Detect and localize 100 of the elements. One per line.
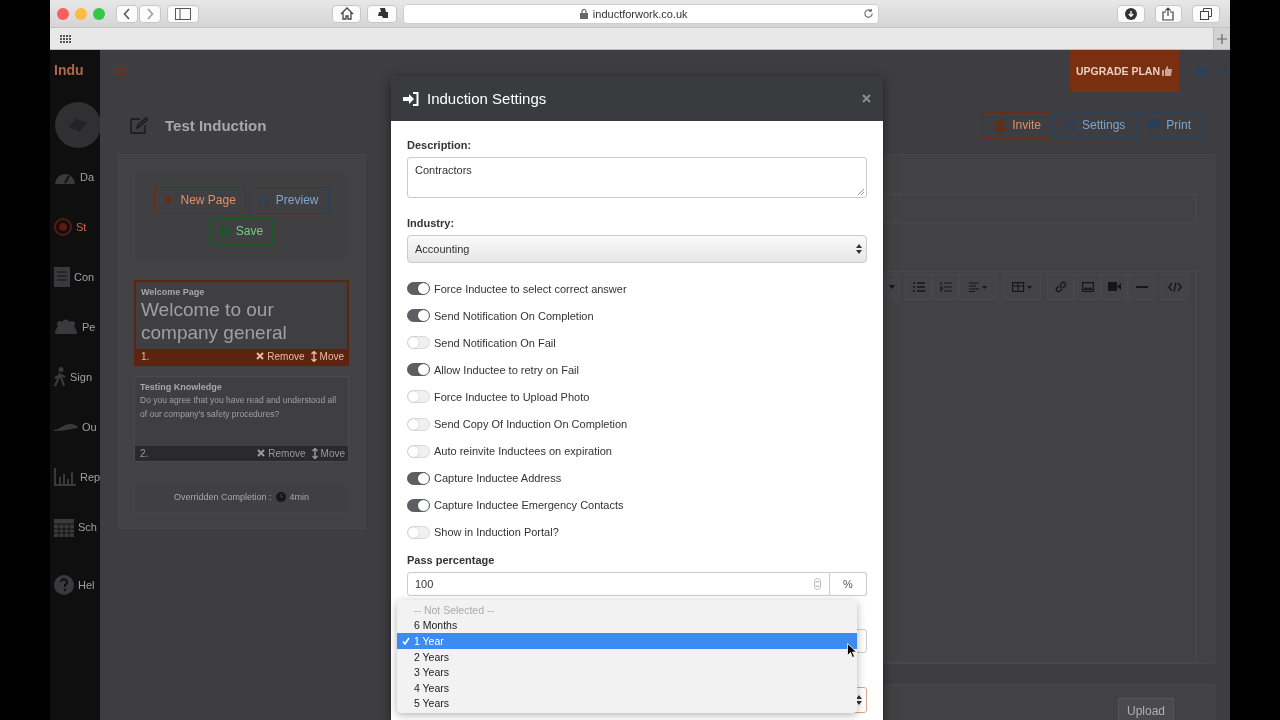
edit-icon [130,116,148,134]
caret-icon[interactable] [1219,68,1226,74]
close-icon[interactable] [862,94,871,103]
menu-icon[interactable] [115,66,126,76]
sidebar-item[interactable]: Sch [50,502,100,552]
page-card-text: Do you agree that you have read and understood all of our company's safety procedures? [140,393,338,421]
toggle-label: Allow Inductee to retry on Fail [434,363,579,376]
toggle-switch[interactable] [407,498,430,512]
sidebar-button[interactable] [167,4,200,23]
toggle-label: Send Copy Of Induction On Completion [434,418,628,430]
page-card-title: Testing Knowledge [140,381,223,392]
page-title: Test Induction [165,116,267,134]
zoom-window-button[interactable] [93,7,105,20]
forward-button[interactable] [139,4,162,23]
completion-label: Overridden Completion : [173,492,272,503]
home-button[interactable] [331,4,362,23]
page-card-title: Welcome Page [141,286,206,297]
table-dropdown-button[interactable] [1003,273,1041,300]
document-icon [54,267,70,287]
upgrade-plan-button[interactable]: UPGRADE PLAN [1070,50,1179,92]
move-handle[interactable]: Move [310,350,344,362]
industry-select[interactable]: Accounting [407,235,867,263]
toggle-label: Send Notification On Fail [434,336,556,349]
new-page-button[interactable]: New Page [154,187,246,214]
tabs-button[interactable] [1192,4,1220,23]
dropdown-option[interactable]: 6 Months [397,617,857,634]
address-bar[interactable]: inductforwork.co.uk [403,3,880,24]
page-card[interactable]: Welcome Page Welcome to our company general 1. Remove Move [134,279,349,366]
minimize-window-button[interactable] [75,7,87,20]
sidebar-item[interactable]: St [50,202,100,252]
close-icon [256,352,265,361]
remove-link[interactable]: Remove [257,447,306,459]
dropdown-option[interactable]: 3 Years [397,664,857,680]
dropdown-option: -- Not Selected -- [397,602,857,618]
image-button[interactable] [1074,273,1101,300]
align-dropdown-button[interactable] [959,273,997,300]
remove-link[interactable]: Remove [256,350,305,362]
numbered-list-button[interactable] [932,273,959,300]
mouse-cursor-icon [847,643,857,658]
align-left-icon [969,281,987,292]
vertical-arrows-icon [311,447,318,459]
sidebar-item[interactable]: Da [50,152,100,202]
link-button[interactable] [1047,273,1074,300]
toggle-label: Show in Induction Portal? [434,526,559,539]
home-icon [339,7,354,20]
horizontal-rule-button[interactable] [1128,273,1155,300]
sidebar-item[interactable]: Hel [50,560,100,610]
pass-percentage-field[interactable]: 100 [407,571,830,596]
sidebar-item[interactable]: Sign [50,352,100,402]
page-card[interactable]: Testing Knowledge Do you agree that you have read and understood all of our company's safety procedures? 2. Remove Move [134,375,349,462]
toggle-label: Auto reinvite Inductees on expiration [434,445,612,458]
upload-button[interactable]: Upload [1117,698,1174,720]
toggle-switch[interactable] [407,309,430,323]
extension-button[interactable] [367,4,398,23]
move-handle[interactable]: Move [311,447,345,459]
lock-icon [579,8,588,19]
logo-icon[interactable] [1193,63,1211,79]
people-icon [54,319,78,335]
apps-grid-icon[interactable] [60,34,71,43]
code-view-button[interactable] [1161,273,1188,300]
video-camera-icon [1108,282,1121,292]
toggle-switch[interactable] [407,363,430,377]
dropdown-button[interactable] [885,273,899,300]
minus-icon [1135,285,1148,288]
page-card-text: Welcome to our company general [141,297,288,344]
print-button[interactable]: Print [1136,111,1203,139]
bullet-list-button[interactable] [905,273,932,300]
description-field[interactable]: Contractors [407,157,867,198]
share-button[interactable] [1154,4,1183,23]
sidebar-item[interactable]: Con [50,252,100,302]
plus-icon [1217,33,1227,44]
toggle-label: Force Inductee to select correct answer [434,282,627,295]
calendar-icon [54,517,74,537]
toggle-switch[interactable] [407,282,430,296]
page-number: 2. [140,447,150,459]
save-button[interactable]: Save [209,218,274,245]
field-label: Industry: [407,217,456,229]
new-tab-button[interactable] [1213,28,1230,49]
add-user-icon [993,119,1008,131]
invite-button[interactable]: Invite [981,111,1053,139]
rich-text-editor[interactable] [884,270,1197,663]
close-window-button[interactable] [57,7,69,20]
spinner-icon[interactable] [814,577,821,590]
code-icon [1167,281,1182,292]
sidebar-item[interactable]: Rep [50,452,100,502]
resize-grip-icon[interactable] [858,189,864,195]
clock-icon [275,492,286,503]
toggle-switch[interactable] [407,471,430,485]
dropdown-option[interactable]: 5 Years [397,695,857,712]
sidebar-item[interactable]: Pe [50,302,100,352]
video-button[interactable] [1101,273,1128,300]
back-button[interactable] [116,4,139,23]
help-icon [54,575,74,595]
title-field[interactable] [884,194,1197,223]
dropdown-option[interactable]: 4 Years [397,679,857,696]
sidebar-item[interactable]: Ou [50,402,100,452]
settings-button[interactable]: Settings [1051,111,1138,139]
preview-button[interactable]: Preview [248,187,329,214]
download-button[interactable] [1116,4,1145,23]
reload-icon[interactable] [863,8,875,19]
